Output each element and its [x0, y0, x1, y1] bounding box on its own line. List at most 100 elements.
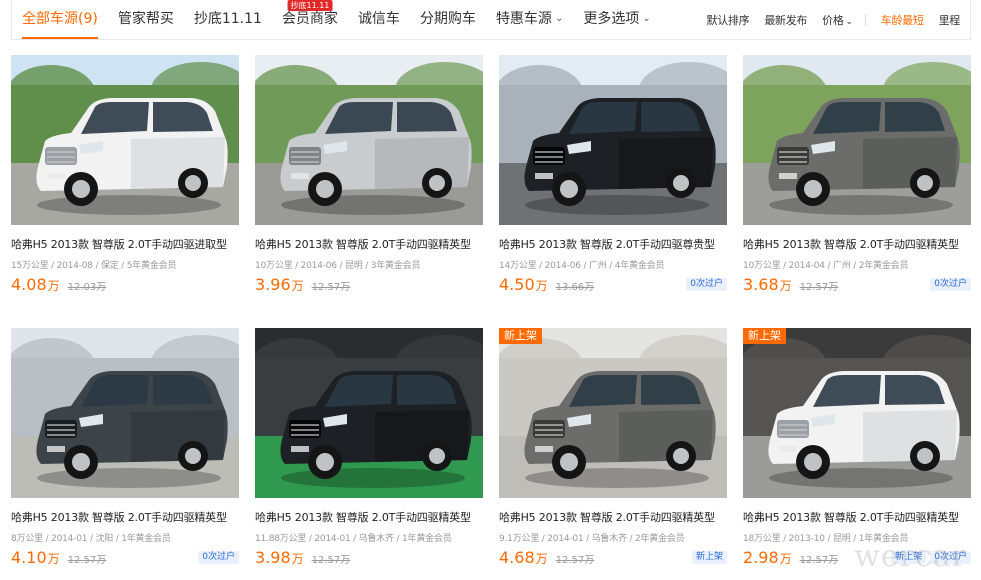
car-photo[interactable] — [255, 328, 483, 498]
car-photo[interactable]: 新上架 — [499, 328, 727, 498]
car-photo[interactable] — [255, 55, 483, 225]
chevron-down-icon: ⌄ — [642, 13, 651, 24]
status-badge: 新上架 — [891, 551, 927, 564]
car-photo[interactable] — [11, 328, 239, 498]
price-row: 4.50万 13.66万 0次过户 — [499, 275, 727, 297]
car-meta: 10万公里 / 2014-04 / 广州 / 2年黄金会员 — [743, 261, 909, 271]
price-row: 3.96万 12.57万 — [255, 275, 483, 297]
tab-all-listings[interactable]: 全部车源(9) — [12, 0, 108, 39]
car-title[interactable]: 哈弗H5 2013款 智尊版 2.0T手动四驱精英型 — [255, 236, 483, 252]
tab-label: 特惠车源 — [495, 11, 552, 27]
price-row: 3.98万 12.57万 — [255, 548, 483, 570]
price-unit: 万 — [47, 552, 60, 566]
car-listing-card[interactable]: 哈弗H5 2013款 智尊版 2.0T手动四驱进取型 15万公里 / 2014-… — [11, 55, 239, 305]
tab-label: 分期购车 — [419, 11, 476, 27]
car-title[interactable]: 哈弗H5 2013款 智尊版 2.0T手动四驱精英型 — [743, 236, 971, 252]
price-row: 2.98万 12.57万 新上架 0次过户 — [743, 548, 971, 570]
car-meta: 14万公里 / 2014-06 / 广州 / 4年黄金会员 — [499, 261, 665, 271]
car-listing-card[interactable]: 新上架 哈弗H5 2013款 智尊版 2.0T手动四驱精英型 9.1万公里 / … — [499, 328, 727, 578]
original-price: 12.57万 — [311, 555, 351, 566]
original-price: 12.57万 — [311, 282, 351, 293]
badge-group: 新上架 0次过户 — [887, 551, 971, 564]
car-listing-card[interactable]: 哈弗H5 2013款 智尊版 2.0T手动四驱尊贵型 14万公里 / 2014-… — [499, 55, 727, 305]
car-photo[interactable] — [499, 55, 727, 225]
car-meta: 15万公里 / 2014-08 / 保定 / 5年黄金会员 — [11, 261, 177, 271]
car-listing-card[interactable]: 新上架 哈弗H5 2013款 智尊版 2.0T手动四驱精英型 18万公里 / 2… — [743, 328, 971, 578]
sort-youngest[interactable]: 车龄最短 — [881, 12, 924, 28]
price-row: 4.10万 12.57万 0次过户 — [11, 548, 239, 570]
price: 3.96 — [255, 275, 291, 294]
car-title[interactable]: 哈弗H5 2013款 智尊版 2.0T手动四驱精英型 — [11, 509, 239, 525]
car-title[interactable]: 哈弗H5 2013款 智尊版 2.0T手动四驱精英型 — [255, 509, 483, 525]
tab-label: 管家帮买 — [117, 11, 174, 27]
new-listing-tag: 新上架 — [499, 328, 542, 344]
filter-bar: 全部车源(9) 管家帮买 抄底11.11 抄底11.11 会员商家 诚信车 分期… — [11, 0, 971, 40]
tab-member-dealers[interactable]: 抄底11.11 会员商家 — [272, 0, 348, 39]
price: 3.68 — [743, 275, 779, 294]
badge-group: 0次过户 — [682, 278, 727, 291]
promo-badge: 抄底11.11 — [287, 0, 333, 11]
car-title[interactable]: 哈弗H5 2013款 智尊版 2.0T手动四驱尊贵型 — [499, 236, 727, 252]
sort-price[interactable]: 价格 ⌄ — [822, 12, 853, 28]
car-title[interactable]: 哈弗H5 2013款 智尊版 2.0T手动四驱精英型 — [499, 509, 727, 525]
car-photo[interactable] — [11, 55, 239, 225]
car-listing-card[interactable]: 哈弗H5 2013款 智尊版 2.0T手动四驱精英型 11.88万公里 / 20… — [255, 328, 483, 578]
sort-mileage[interactable]: 里程 — [939, 12, 961, 28]
status-badge: 新上架 — [691, 551, 727, 564]
price-unit: 万 — [47, 279, 60, 293]
price: 4.10 — [11, 548, 47, 567]
chevron-down-icon: ⌄ — [554, 13, 564, 24]
tab-label: 全部车源(9) — [22, 11, 98, 27]
price-unit: 万 — [779, 279, 792, 293]
tab-trusted-cars[interactable]: 诚信车 — [348, 0, 410, 39]
car-meta: 11.88万公里 / 2014-01 / 乌鲁木齐 / 1年黄金会员 — [255, 534, 452, 544]
price-unit: 万 — [291, 279, 304, 293]
car-listing-card[interactable]: 哈弗H5 2013款 智尊版 2.0T手动四驱精英型 10万公里 / 2014-… — [255, 55, 483, 305]
new-listing-tag: 新上架 — [743, 328, 786, 344]
status-badge: 0次过户 — [930, 551, 971, 564]
car-listing-card[interactable]: 哈弗H5 2013款 智尊版 2.0T手动四驱精英型 10万公里 / 2014-… — [743, 55, 971, 305]
price-unit: 万 — [535, 552, 548, 566]
sort-options: 默认排序 最新发布 价格 ⌄ 车龄最短 里程 — [692, 0, 961, 39]
car-meta: 10万公里 / 2014-06 / 昆明 / 3年黄金会员 — [255, 261, 421, 271]
original-price: 12.03万 — [67, 282, 107, 293]
car-title[interactable]: 哈弗H5 2013款 智尊版 2.0T手动四驱进取型 — [11, 236, 239, 252]
status-badge: 0次过户 — [198, 551, 239, 564]
sort-newest[interactable]: 最新发布 — [764, 12, 807, 28]
tab-more-options[interactable]: 更多选项 ⌄ — [573, 0, 660, 39]
price: 4.08 — [11, 275, 47, 294]
original-price: 12.57万 — [555, 555, 595, 566]
tab-bargain-1111[interactable]: 抄底11.11 — [184, 0, 272, 39]
car-listing-card[interactable]: 哈弗H5 2013款 智尊版 2.0T手动四驱精英型 8万公里 / 2014-0… — [11, 328, 239, 578]
tab-label: 抄底11.11 — [193, 11, 262, 27]
price-row: 4.68万 12.57万 新上架 — [499, 548, 727, 570]
divider — [864, 13, 866, 26]
price-unit: 万 — [535, 279, 548, 293]
original-price: 12.57万 — [799, 555, 839, 566]
car-meta: 18万公里 / 2013-10 / 昆明 / 1年黄金会员 — [743, 534, 909, 544]
price-unit: 万 — [291, 552, 304, 566]
car-photo[interactable]: 新上架 — [743, 328, 971, 498]
status-badge: 0次过户 — [930, 278, 971, 291]
tab-butler-buy[interactable]: 管家帮买 — [108, 0, 184, 39]
original-price: 12.57万 — [799, 282, 839, 293]
sort-label: 价格 — [822, 13, 844, 27]
price-row: 3.68万 12.57万 0次过户 — [743, 275, 971, 297]
original-price: 12.57万 — [67, 555, 107, 566]
car-meta: 9.1万公里 / 2014-01 / 乌鲁木齐 / 2年黄金会员 — [499, 534, 685, 544]
price: 2.98 — [743, 548, 779, 567]
tab-label: 诚信车 — [357, 11, 400, 27]
price: 4.68 — [499, 548, 535, 567]
badge-group: 新上架 — [688, 551, 727, 564]
price-unit: 万 — [779, 552, 792, 566]
car-photo[interactable] — [743, 55, 971, 225]
tab-special-offers[interactable]: 特惠车源 ⌄ — [486, 0, 573, 39]
tab-installments[interactable]: 分期购车 — [410, 0, 486, 39]
sort-default[interactable]: 默认排序 — [707, 12, 750, 28]
price: 4.50 — [499, 275, 535, 294]
filter-tabs: 全部车源(9) 管家帮买 抄底11.11 抄底11.11 会员商家 诚信车 分期… — [12, 0, 661, 39]
car-title[interactable]: 哈弗H5 2013款 智尊版 2.0T手动四驱精英型 — [743, 509, 971, 525]
badge-group: 0次过户 — [926, 278, 971, 291]
original-price: 13.66万 — [555, 282, 595, 293]
price-row: 4.08万 12.03万 — [11, 275, 239, 297]
